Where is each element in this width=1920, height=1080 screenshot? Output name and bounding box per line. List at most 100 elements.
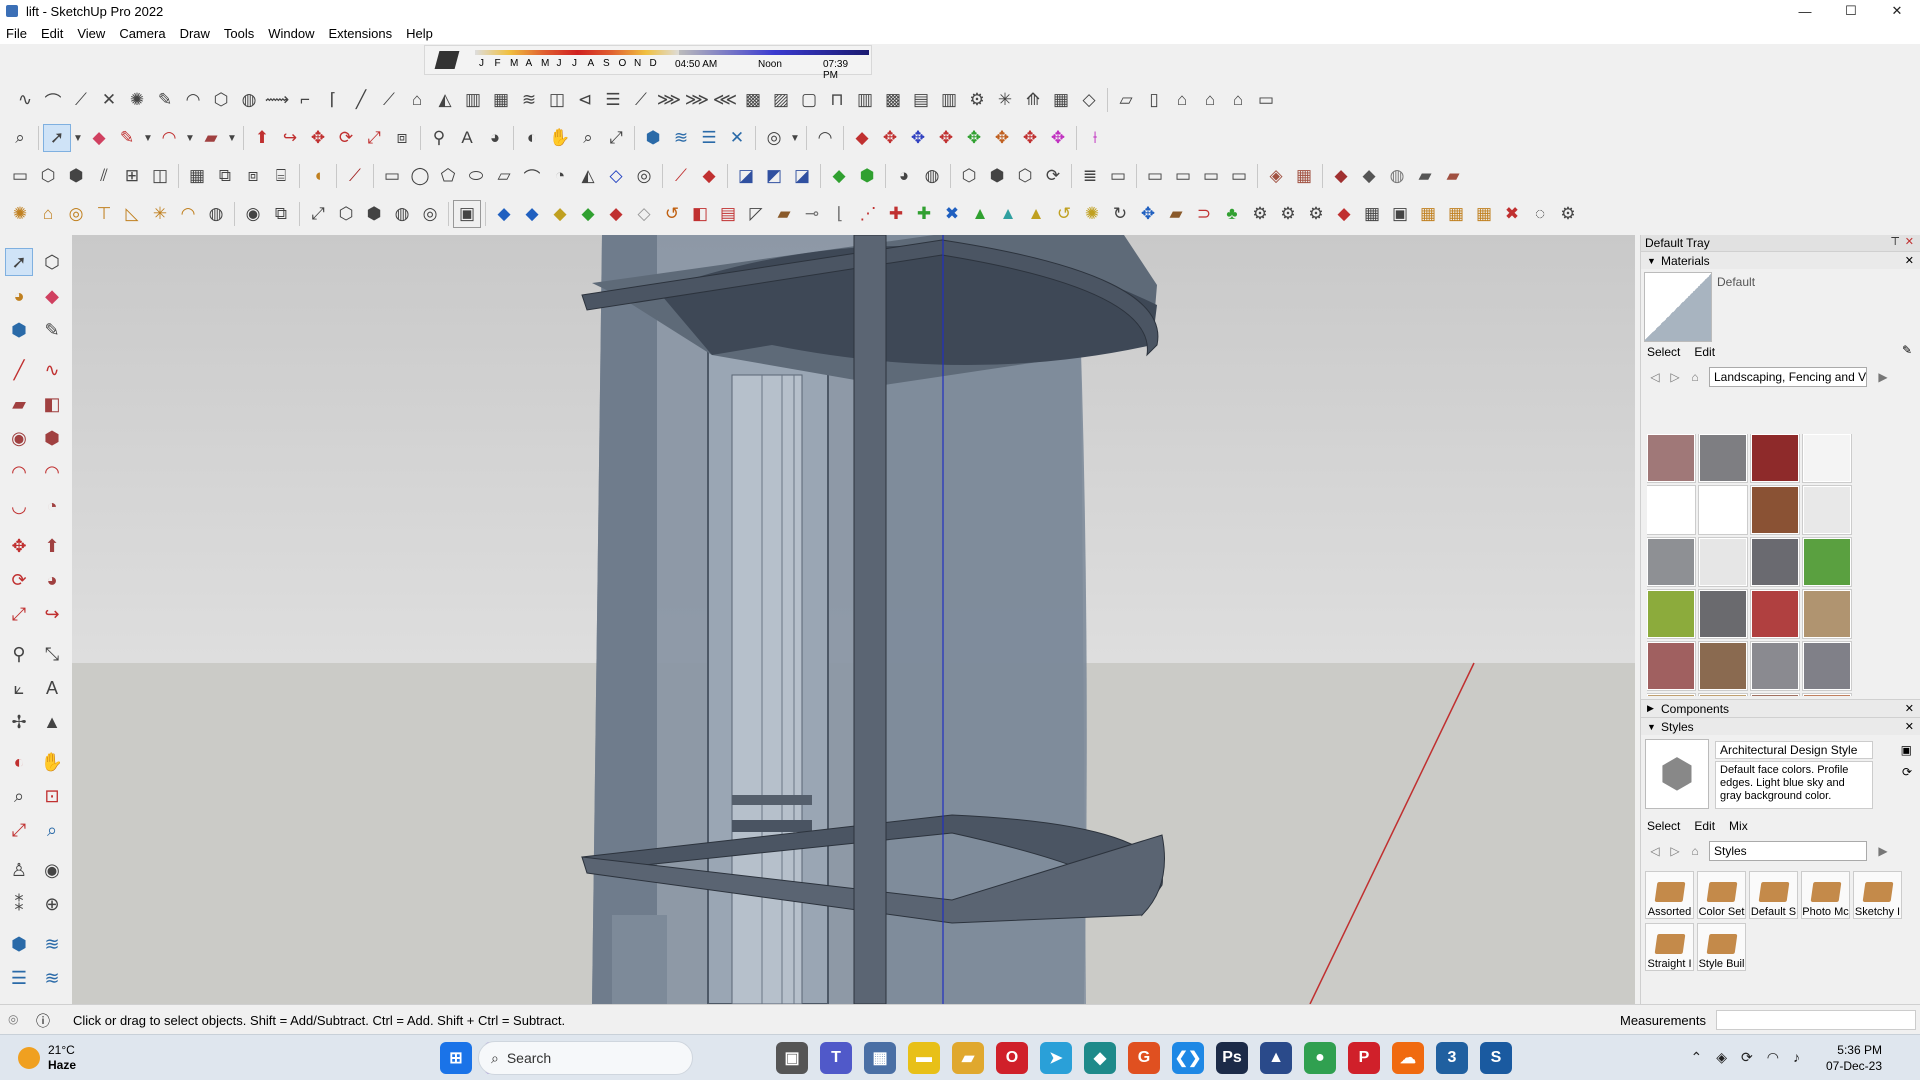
- move-arrows-icon[interactable]: ✥: [1134, 200, 1162, 228]
- rotate-y-icon[interactable]: ✥: [960, 124, 988, 152]
- shape-ellipse-icon[interactable]: ⬭: [462, 162, 490, 190]
- forward-icon[interactable]: ▷: [1665, 844, 1685, 858]
- solid-intersect-icon[interactable]: ⧉: [211, 162, 239, 190]
- frame-icon[interactable]: ▣: [1386, 200, 1414, 228]
- loft-icon[interactable]: ⟿: [263, 86, 291, 114]
- grid-icon[interactable]: ▦: [487, 86, 515, 114]
- tray-close-icon[interactable]: ✕: [1905, 235, 1914, 248]
- terrain-icon[interactable]: ◆: [825, 162, 853, 190]
- explode-icon[interactable]: ✖: [1498, 200, 1526, 228]
- material-swatch[interactable]: [1698, 434, 1748, 483]
- ball-icon[interactable]: ◍: [388, 200, 416, 228]
- orange-grid-2-icon[interactable]: ▦: [1442, 200, 1470, 228]
- details-icon[interactable]: ▶: [1873, 844, 1893, 858]
- polyline-icon[interactable]: ⟋: [67, 86, 95, 114]
- taskbar-sketchup-icon[interactable]: S: [1480, 1042, 1512, 1074]
- taskbar-app-3-icon[interactable]: 3: [1436, 1042, 1468, 1074]
- line-tool-icon[interactable]: ╱: [5, 356, 33, 384]
- eyedropper-icon[interactable]: ✎: [1902, 343, 1912, 357]
- minimize-button[interactable]: —: [1782, 0, 1828, 22]
- material-swatch[interactable]: [1647, 485, 1696, 535]
- camera-icon[interactable]: ▭: [6, 162, 34, 190]
- shape-blue-icon[interactable]: ◇: [602, 162, 630, 190]
- blue-x-icon[interactable]: ✖: [938, 200, 966, 228]
- render-1-icon[interactable]: ◆: [1327, 162, 1355, 190]
- select-icon[interactable]: ➚: [5, 248, 33, 276]
- taskbar-teams-icon[interactable]: T: [820, 1042, 852, 1074]
- eraser-icon[interactable]: ◆: [38, 282, 66, 310]
- diamond-icon[interactable]: ◇: [1075, 86, 1103, 114]
- stairs-icon[interactable]: ▥: [459, 86, 487, 114]
- taskbar-sticky-notes-icon[interactable]: ▬: [908, 1042, 940, 1074]
- menu-camera[interactable]: Camera: [119, 26, 165, 41]
- solid-subtract-icon[interactable]: ⌸: [267, 162, 295, 190]
- style-update-icon[interactable]: ⟳: [1902, 765, 1912, 779]
- paint-3-icon[interactable]: ◪: [788, 162, 816, 190]
- material-swatch[interactable]: [1647, 434, 1696, 483]
- chevron-down-icon[interactable]: ▼: [788, 124, 802, 152]
- layers-icon[interactable]: ☰: [599, 86, 627, 114]
- shadow-date-slider[interactable]: J F M A M J J A S O N D: [475, 50, 680, 70]
- pan-tool-icon[interactable]: ✋: [38, 748, 66, 776]
- shape-rect-icon[interactable]: ▭: [378, 162, 406, 190]
- geo-location-icon[interactable]: ◎: [8, 1012, 18, 1026]
- taskbar-telegram-icon[interactable]: ➤: [1040, 1042, 1072, 1074]
- look-around-icon[interactable]: ◉: [38, 856, 66, 884]
- ext-manager-tool-icon[interactable]: ≋: [38, 964, 66, 992]
- extend-icon[interactable]: ⋙: [683, 86, 711, 114]
- shaded-icon[interactable]: ⬡: [1011, 162, 1039, 190]
- line-icon[interactable]: ╱: [347, 86, 375, 114]
- material-swatch[interactable]: [1802, 641, 1852, 691]
- menu-edit[interactable]: Edit: [41, 26, 63, 41]
- solid-union-icon[interactable]: ⧈: [239, 162, 267, 190]
- material-swatch[interactable]: [1698, 641, 1748, 691]
- eraser-2-icon[interactable]: ◆: [695, 162, 723, 190]
- home-icon[interactable]: ⌂: [1685, 370, 1705, 384]
- yellow-hook-icon[interactable]: ↺: [1050, 200, 1078, 228]
- chevron-down-icon[interactable]: ▼: [225, 124, 239, 152]
- shape-ring-icon[interactable]: ◎: [630, 162, 658, 190]
- wireframe-icon[interactable]: ⬡: [955, 162, 983, 190]
- divide-icon[interactable]: ⋘: [711, 86, 739, 114]
- orbit-tool-icon[interactable]: ◐: [5, 748, 33, 776]
- shape-polygon-icon[interactable]: ⬠: [434, 162, 462, 190]
- sync-icon[interactable]: ⟳: [1741, 1049, 1753, 1066]
- menu-file[interactable]: File: [6, 26, 27, 41]
- tape-measure-icon[interactable]: ⚲: [425, 124, 453, 152]
- taskbar-pinterest-icon[interactable]: P: [1348, 1042, 1380, 1074]
- component-select-icon[interactable]: ▣: [453, 200, 481, 228]
- star-light-icon[interactable]: ✳: [146, 200, 174, 228]
- section-icon[interactable]: ⫽: [90, 162, 118, 190]
- scale-box-icon[interactable]: ⤢: [304, 200, 332, 228]
- style-description[interactable]: Default face colors. Profile edges. Ligh…: [1715, 761, 1873, 809]
- previous-view-icon[interactable]: ⌕: [38, 816, 66, 844]
- extension-manager-icon[interactable]: ✕: [723, 124, 751, 152]
- spot-light-icon[interactable]: ⊤: [90, 200, 118, 228]
- style-folder[interactable]: Assorted: [1645, 871, 1694, 919]
- menu-draw[interactable]: Draw: [180, 26, 210, 41]
- corner-icon[interactable]: ⌐: [291, 86, 319, 114]
- walk-icon[interactable]: ⁑: [5, 890, 33, 918]
- cone-light-icon[interactable]: ◺: [118, 200, 146, 228]
- hatch-icon[interactable]: ▨: [767, 86, 795, 114]
- network-1-icon[interactable]: ⚙: [1246, 200, 1274, 228]
- material-swatch[interactable]: [1647, 589, 1696, 639]
- circle-dots-icon[interactable]: ◌: [1526, 200, 1554, 228]
- shape-icon[interactable]: ◭: [431, 86, 459, 114]
- push-pull-tool-icon[interactable]: ⬆: [38, 532, 66, 560]
- style-folder[interactable]: Color Set: [1697, 871, 1746, 919]
- pan-icon[interactable]: ✋: [546, 124, 574, 152]
- solid-outer-icon[interactable]: ▦: [183, 162, 211, 190]
- yellow-gear-icon[interactable]: ✺: [1078, 200, 1106, 228]
- style-folder[interactable]: Default S: [1749, 871, 1798, 919]
- scale-y-icon[interactable]: ✥: [1044, 124, 1072, 152]
- fillet-icon[interactable]: ⌈: [319, 86, 347, 114]
- paint-bucket-icon[interactable]: ◕: [5, 282, 33, 310]
- material-swatch[interactable]: [1750, 434, 1800, 483]
- styles-library-select[interactable]: Styles: [1709, 841, 1867, 861]
- door-icon[interactable]: ▯: [1140, 86, 1168, 114]
- section-plane-icon[interactable]: ⊕: [38, 890, 66, 918]
- axes-tool-icon[interactable]: ✢: [5, 708, 33, 736]
- front-view-icon[interactable]: ⊞: [118, 162, 146, 190]
- show-hidden-icon[interactable]: ⌃: [1691, 1049, 1703, 1066]
